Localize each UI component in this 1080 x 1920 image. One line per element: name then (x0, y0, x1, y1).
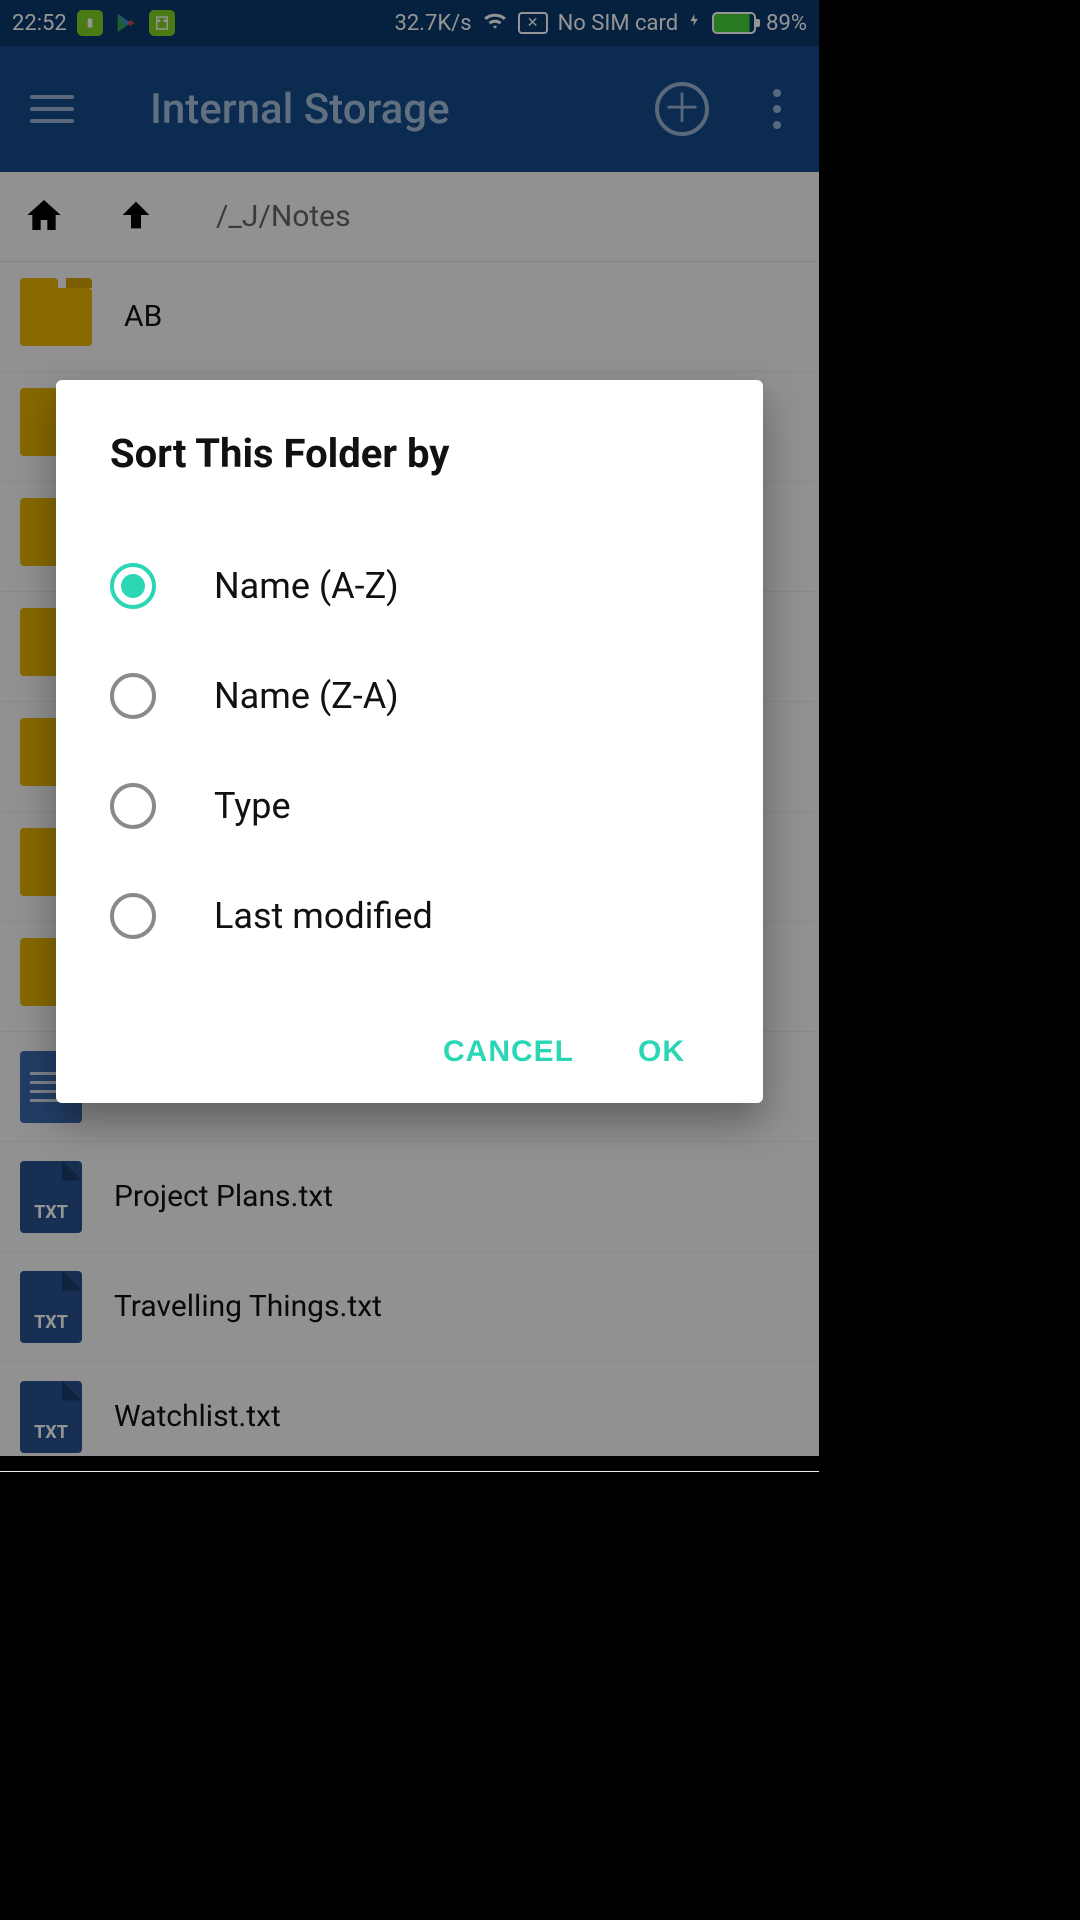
dialog-title: Sort This Folder by (110, 430, 709, 477)
cancel-button[interactable]: CANCEL (443, 1035, 574, 1069)
option-label: Name (A-Z) (214, 565, 399, 607)
ok-button[interactable]: OK (638, 1035, 685, 1069)
option-label: Type (214, 785, 291, 827)
radio-icon (110, 893, 156, 939)
sort-option-last-modified[interactable]: Last modified (110, 861, 709, 971)
option-label: Last modified (214, 895, 433, 937)
radio-icon (110, 673, 156, 719)
radio-icon (110, 563, 156, 609)
sort-option-name-za[interactable]: Name (Z-A) (110, 641, 709, 751)
option-label: Name (Z-A) (214, 675, 399, 717)
sort-dialog: Sort This Folder by Name (A-Z) Name (Z-A… (56, 380, 763, 1103)
sort-option-name-az[interactable]: Name (A-Z) (110, 531, 709, 641)
sort-option-type[interactable]: Type (110, 751, 709, 861)
radio-icon (110, 783, 156, 829)
